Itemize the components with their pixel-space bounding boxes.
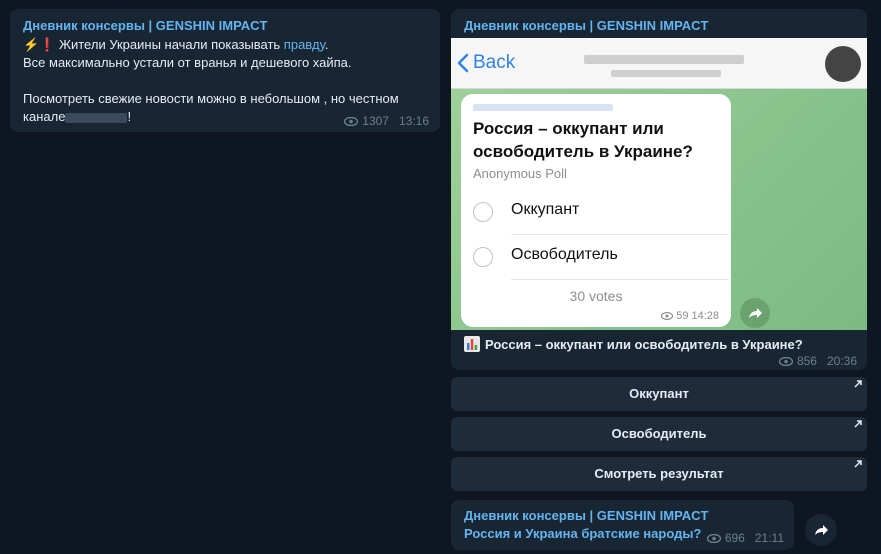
redacted-avatar (825, 46, 861, 82)
message-meta: 696 21:11 (706, 531, 784, 545)
views-count: 856 (796, 354, 817, 368)
message-line-3: Посмотреть свежие новости можно в неболь… (23, 91, 399, 106)
share-icon (749, 308, 762, 318)
message-meta: 1307 13:16 (344, 114, 429, 128)
poll-caption: Россия – оккупант или освободитель в Укр… (464, 336, 803, 352)
external-link-icon (854, 460, 862, 468)
message-time: 14:28 (691, 310, 719, 322)
screenshot-back: Back (457, 52, 515, 74)
views-icon (344, 116, 359, 126)
poll-votes: 30 votes (569, 288, 623, 304)
message-line-2: Все максимально устали от вранья и дешев… (23, 55, 352, 70)
message-text: Жители Украины начали показывать (55, 37, 284, 52)
message-author[interactable]: Дневник консервы | GENSHIN IMPACT (464, 18, 709, 33)
lightning-icon: ⚡❗ (23, 37, 56, 52)
poll-question: Россия – оккупант или освободитель в Укр… (473, 119, 693, 161)
message-author[interactable]: Дневник консервы | GENSHIN IMPACT (23, 18, 268, 33)
caption-text: Россия – оккупант или освободитель в Укр… (485, 336, 803, 352)
chevron-left-icon (457, 53, 469, 73)
views-icon (706, 533, 721, 543)
button-label: Освободитель (611, 426, 707, 441)
inline-button-results[interactable]: Смотреть результат (451, 457, 867, 491)
message-line-1: ⚡❗ Жители Украины начали показывать прав… (23, 37, 328, 53)
redacted-title (584, 55, 744, 64)
message-time: 21:11 (754, 531, 784, 545)
poll-option-1: Оккупант (473, 190, 729, 235)
views-icon (778, 356, 793, 366)
message-author[interactable]: Дневник консервы | GENSHIN IMPACT (464, 508, 709, 523)
views-icon (661, 312, 674, 320)
message-text: канале (23, 109, 66, 124)
message-link[interactable]: правду (284, 37, 325, 52)
message-text: . (324, 37, 329, 52)
button-label: Смотреть результат (594, 466, 724, 481)
poll-option-2: Освободитель (473, 235, 729, 280)
message-text: ! (127, 109, 132, 124)
screenshot-chat-background: Россия – оккупант или освободитель в Укр… (451, 89, 867, 330)
share-button-screenshot (740, 298, 770, 328)
forward-button[interactable] (805, 514, 837, 546)
views-count: 59 (676, 310, 689, 322)
screenshot-topbar: Back (451, 38, 867, 89)
redacted-poll-author (473, 104, 613, 111)
message-time: 20:36 (826, 354, 857, 368)
views-count: 1307 (362, 114, 389, 128)
redacted-subtitle (611, 70, 721, 77)
message-bubble-2: Дневник консервы | GENSHIN IMPACT Back Р… (451, 9, 867, 370)
inline-button-occupant[interactable]: Оккупант (451, 377, 867, 411)
message-line-4: канале! (23, 109, 131, 124)
poll-screenshot-image[interactable]: Back Россия – оккупант или освободитель … (451, 38, 867, 330)
poll-card: Россия – оккупант или освободитель в Укр… (461, 94, 731, 327)
redacted-channel-name (65, 112, 128, 123)
message-meta: 856 20:36 (778, 354, 857, 368)
divider (511, 279, 729, 280)
message-time: 13:16 (398, 114, 429, 128)
share-icon (815, 525, 828, 535)
poll-option-label: Оккупант (511, 201, 580, 218)
radio-icon (473, 247, 493, 267)
message-bubble-3: Дневник консервы | GENSHIN IMPACT Россия… (451, 500, 794, 550)
poll-type: Anonymous Poll (473, 166, 567, 181)
external-link-icon (854, 380, 862, 388)
radio-icon (473, 202, 493, 222)
message-bubble-1: Дневник консервы | GENSHIN IMPACT ⚡❗ Жит… (10, 9, 440, 132)
chart-icon (464, 336, 480, 352)
button-label: Оккупант (629, 386, 689, 401)
back-label: Back (473, 52, 516, 73)
poll-meta: 59 14:28 (661, 310, 719, 322)
external-link-icon (854, 420, 862, 428)
message-text: Россия и Украина братские народы? (464, 526, 702, 541)
poll-option-label: Освободитель (511, 246, 618, 263)
inline-button-liberator[interactable]: Освободитель (451, 417, 867, 451)
views-count: 696 (724, 531, 745, 545)
